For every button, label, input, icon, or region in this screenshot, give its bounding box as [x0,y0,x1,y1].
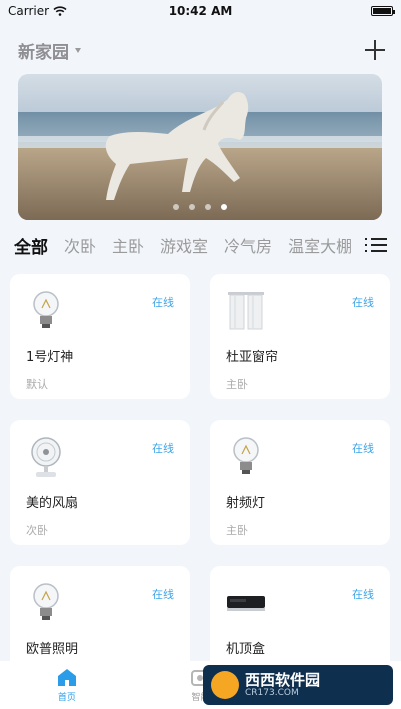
device-name: 欧普照明 [26,642,79,657]
set-top-box-icon [227,596,265,611]
tab-master-bedroom[interactable]: 主卧 [112,233,144,257]
watermark-text: 西西软件园 CR173.COM [245,670,321,698]
device-status: 在线 [152,442,174,455]
tab-greenhouse[interactable]: 温室大棚 [288,233,352,257]
tabs-menu-icon[interactable] [365,234,387,256]
device-room: 主卧 [226,524,248,537]
battery-icon [371,6,395,16]
device-card[interactable]: 在线 杜亚窗帘 主卧 [210,274,390,399]
watermark-logo-mark [211,671,239,699]
watermark-title: 西西软件园 [245,670,321,689]
watermark-logo: 西西软件园 CR173.COM [203,665,393,705]
status-left: Carrier [8,4,67,18]
lightbulb-icon [233,437,259,474]
device-card[interactable]: 在线 射频灯 主卧 [210,420,390,545]
device-name: 杜亚窗帘 [226,350,279,365]
device-status: 在线 [352,442,374,455]
device-name: 1号灯神 [26,350,74,365]
device-status: 在线 [352,296,374,309]
room-tabs: 全部 次卧 主卧 游戏室 冷气房 温室大棚 [14,232,401,258]
nav-home[interactable]: 首页 [37,667,97,703]
device-room: 主卧 [226,378,248,391]
device-name: 机顶盒 [226,642,266,657]
device-status: 在线 [152,588,174,601]
carousel-dot[interactable] [189,204,195,210]
home-selector[interactable]: 新家园 [18,38,81,63]
device-status: 在线 [152,296,174,309]
banner-carousel[interactable] [18,74,382,220]
carrier-label: Carrier [8,4,50,18]
home-icon [57,669,76,686]
wifi-icon [53,6,67,16]
curtain-icon [228,292,264,330]
tab-second-bedroom[interactable]: 次卧 [64,233,96,257]
add-device-button[interactable] [363,38,387,62]
nav-home-label: 首页 [57,693,76,703]
carousel-dot-active[interactable] [221,204,227,210]
device-room: 次卧 [26,524,48,537]
home-name: 新家园 [18,42,69,63]
carousel-dot[interactable] [173,204,179,210]
fan-icon [31,437,61,477]
watermark-subtitle: CR173.COM [245,687,299,698]
tab-all[interactable]: 全部 [14,233,48,258]
device-card[interactable]: 在线 美的风扇 次卧 [10,420,190,545]
device-name: 射频灯 [226,496,266,511]
lightbulb-icon [33,583,59,620]
tab-ac-room[interactable]: 冷气房 [224,233,272,257]
carousel-dots [18,204,382,210]
device-room: 默认 [26,378,48,391]
lightbulb-icon [33,291,59,328]
tab-game-room[interactable]: 游戏室 [160,233,208,257]
carousel-dot[interactable] [205,204,211,210]
device-card[interactable]: 在线 1号灯神 默认 [10,274,190,399]
header: 新家园 [18,36,387,64]
status-bar: Carrier 10:42 AM [0,0,401,22]
caret-down-icon [75,47,81,53]
device-name: 美的风扇 [26,496,79,511]
device-status: 在线 [352,588,374,601]
horse-image [105,91,249,200]
